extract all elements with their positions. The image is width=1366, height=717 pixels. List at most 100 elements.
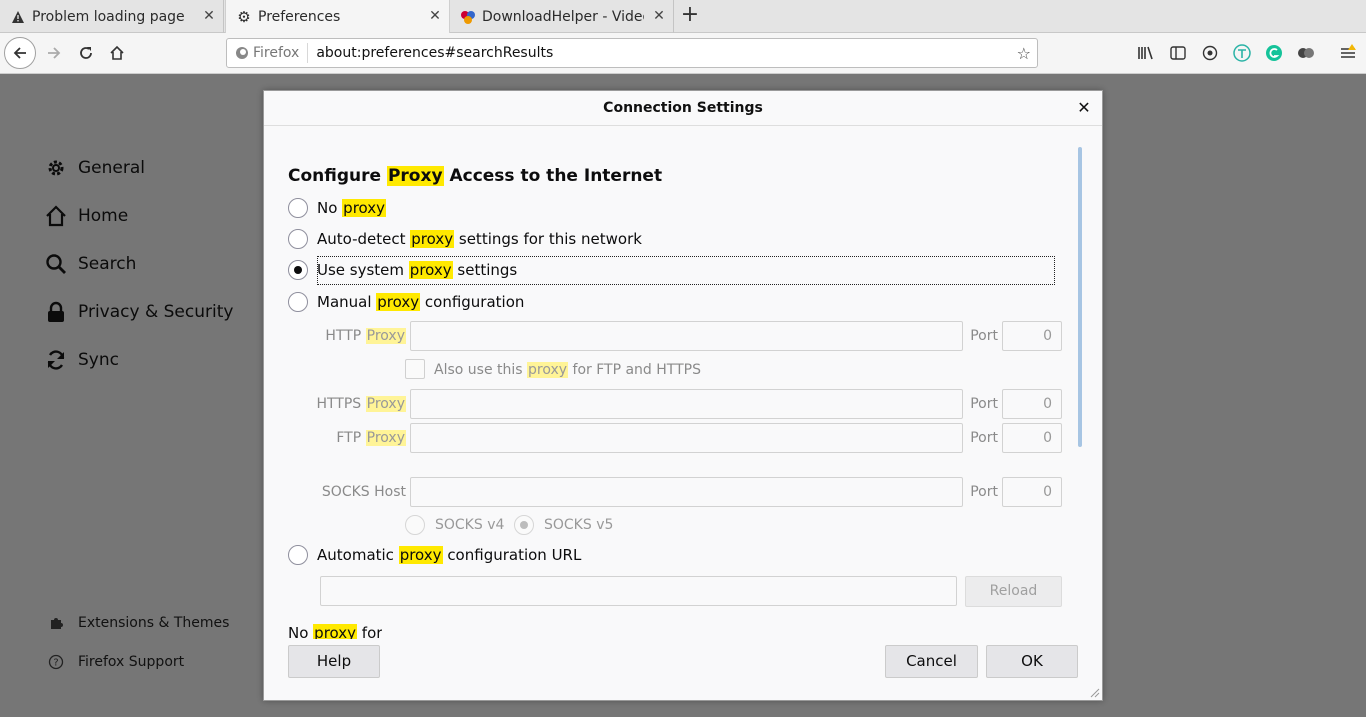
radio-auto-url[interactable]: Automatic proxy configuration URL xyxy=(288,544,581,566)
sidebar-item-home[interactable]: Home xyxy=(44,204,128,228)
radio-no-proxy[interactable]: No proxy xyxy=(288,197,387,219)
radio-button[interactable] xyxy=(288,229,308,249)
radio-button[interactable] xyxy=(405,515,425,535)
radio-button[interactable] xyxy=(288,545,308,565)
tab-problem-loading[interactable]: Problem loading page ✕ xyxy=(0,0,224,33)
identity-label: Firefox xyxy=(253,45,300,61)
reload-button[interactable]: Reload xyxy=(965,576,1062,607)
extension-icon[interactable] xyxy=(1296,43,1316,63)
ftp-proxy-label: FTP Proxy xyxy=(336,430,406,446)
tab-title: Problem loading page xyxy=(32,8,185,25)
radio-label: No proxy xyxy=(317,199,387,217)
tab-strip: Problem loading page ✕ ⚙ Preferences ✕ D… xyxy=(0,0,1366,34)
bookmark-star-icon[interactable]: ☆ xyxy=(1017,44,1031,63)
https-proxy-label: HTTPS Proxy xyxy=(316,396,406,412)
https-port-label: Port xyxy=(970,396,998,412)
sidebar-extensions-themes[interactable]: Extensions & Themes xyxy=(48,615,229,631)
menu-icon[interactable] xyxy=(1338,43,1358,63)
forward-button[interactable] xyxy=(38,37,70,69)
cancel-button[interactable]: Cancel xyxy=(885,645,978,678)
sidebar-item-privacy[interactable]: Privacy & Security xyxy=(44,300,233,324)
socks-port-input[interactable]: 0 xyxy=(1002,477,1062,507)
addon-icon[interactable] xyxy=(1200,43,1220,63)
radio-button[interactable] xyxy=(288,198,308,218)
sidebar-item-label: Sync xyxy=(78,350,119,370)
radio-socks-v5[interactable]: SOCKS v5 xyxy=(514,515,613,535)
sidebar-footer-label: Firefox Support xyxy=(78,654,185,670)
ok-button[interactable]: OK xyxy=(986,645,1078,678)
ftp-port-label: Port xyxy=(970,430,998,446)
gear-icon xyxy=(44,156,68,180)
firefox-icon xyxy=(236,47,248,59)
radio-socks-v4[interactable]: SOCKS v4 xyxy=(405,515,504,535)
tab-preferences[interactable]: ⚙ Preferences ✕ xyxy=(225,0,450,34)
close-tab-icon[interactable]: ✕ xyxy=(201,8,217,24)
radio-button[interactable] xyxy=(514,515,534,535)
close-tab-icon[interactable]: ✕ xyxy=(651,8,667,24)
http-proxy-label: HTTP Proxy xyxy=(325,328,406,344)
proxy-heading: Configure Proxy Access to the Internet xyxy=(288,166,663,186)
radio-label: Automatic proxy configuration URL xyxy=(317,546,582,564)
sidebar-item-general[interactable]: General xyxy=(44,156,145,180)
back-button[interactable] xyxy=(4,37,36,69)
arrow-left-icon xyxy=(13,47,26,59)
puzzle-icon xyxy=(48,615,64,631)
https-proxy-input[interactable] xyxy=(410,389,963,419)
sidebar-item-label: Search xyxy=(78,254,137,274)
radio-use-system[interactable]: Use system proxy settings xyxy=(288,259,517,281)
reload-button[interactable] xyxy=(70,37,102,69)
auto-config-url-input[interactable] xyxy=(320,576,957,606)
radio-label: SOCKS v4 xyxy=(435,517,505,533)
home-button[interactable] xyxy=(101,37,133,69)
help-icon: ? xyxy=(48,654,64,670)
help-button[interactable]: Help xyxy=(288,645,380,678)
home-icon xyxy=(44,204,68,228)
warning-icon xyxy=(10,9,26,25)
navigation-toolbar: Firefox about:preferences#searchResults … xyxy=(0,33,1366,74)
close-tab-icon[interactable]: ✕ xyxy=(427,8,443,24)
ftp-proxy-input[interactable] xyxy=(410,423,963,453)
socks-port-label: Port xyxy=(970,484,998,500)
dialog-title: Connection Settings xyxy=(264,91,1102,126)
home-icon xyxy=(110,45,124,60)
new-tab-button[interactable]: + xyxy=(678,4,702,28)
grammarly-icon[interactable] xyxy=(1264,43,1284,63)
url-bar[interactable]: Firefox about:preferences#searchResults … xyxy=(226,38,1038,68)
http-port-input[interactable]: 0 xyxy=(1002,321,1062,351)
identity-box[interactable]: Firefox xyxy=(227,43,309,63)
radio-manual[interactable]: Manual proxy configuration xyxy=(288,291,524,313)
radio-label: Manual proxy configuration xyxy=(317,293,525,311)
socks-host-input[interactable] xyxy=(410,477,963,507)
sidebar-item-sync[interactable]: Sync xyxy=(44,348,119,372)
sidebar-item-search[interactable]: Search xyxy=(44,252,136,276)
sync-icon xyxy=(44,348,68,372)
tab-downloadhelper[interactable]: DownloadHelper - Video ✕ xyxy=(450,0,674,33)
sidebar-firefox-support[interactable]: ? Firefox Support xyxy=(48,654,184,670)
translate-icon[interactable] xyxy=(1232,43,1252,63)
radio-auto-detect[interactable]: Auto-detect proxy settings for this netw… xyxy=(288,228,642,250)
http-proxy-input[interactable] xyxy=(410,321,963,351)
radio-label: Auto-detect proxy settings for this netw… xyxy=(317,230,642,248)
resize-grip-icon[interactable] xyxy=(1088,686,1100,698)
library-icon[interactable] xyxy=(1136,43,1156,63)
close-dialog-icon[interactable]: ✕ xyxy=(1076,100,1092,116)
svg-text:?: ? xyxy=(53,658,58,669)
also-use-checkbox[interactable] xyxy=(405,359,425,379)
ftp-port-input[interactable]: 0 xyxy=(1002,423,1062,453)
radio-button[interactable] xyxy=(288,292,308,312)
sidebar-item-label: Home xyxy=(78,206,129,226)
dialog-scrollbar[interactable] xyxy=(1078,147,1082,447)
arrow-right-icon xyxy=(48,47,61,59)
https-port-input[interactable]: 0 xyxy=(1002,389,1062,419)
downloadhelper-icon xyxy=(460,9,476,25)
no-proxy-for-label: No proxy for xyxy=(288,624,382,639)
radio-label: Use system proxy settings xyxy=(317,261,518,279)
search-icon xyxy=(44,252,68,276)
tab-title: Preferences xyxy=(258,9,341,25)
reload-icon xyxy=(80,47,92,59)
sidebar-item-label: General xyxy=(78,158,145,178)
radio-button[interactable] xyxy=(288,260,308,280)
sidebar-icon[interactable] xyxy=(1168,43,1188,63)
url-text[interactable]: about:preferences#searchResults xyxy=(316,45,1037,61)
sidebar-item-label: Privacy & Security xyxy=(78,302,234,322)
